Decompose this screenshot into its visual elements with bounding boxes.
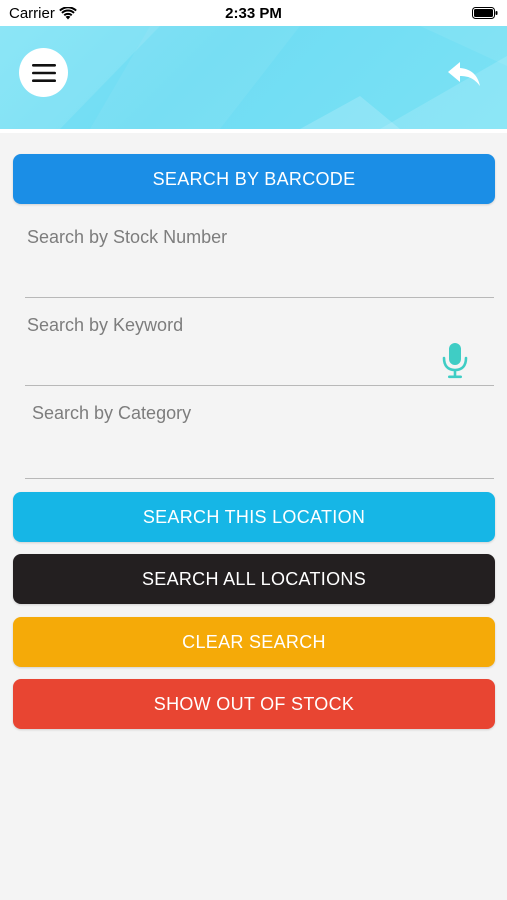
- app-header: [0, 26, 507, 129]
- menu-button[interactable]: [19, 48, 68, 97]
- header-background-shapes: [0, 26, 507, 129]
- microphone-icon[interactable]: [442, 342, 468, 380]
- keyword-input[interactable]: [27, 312, 427, 338]
- battery-icon: [472, 7, 498, 19]
- header-divider: [0, 129, 507, 133]
- search-all-locations-button[interactable]: SEARCH ALL LOCATIONS: [13, 554, 495, 604]
- stock-number-field[interactable]: [25, 224, 494, 298]
- keyword-field[interactable]: [25, 312, 494, 386]
- status-time: 2:33 PM: [225, 5, 282, 22]
- clear-search-button[interactable]: CLEAR SEARCH: [13, 617, 495, 667]
- status-bar: Carrier 2:33 PM: [0, 0, 507, 26]
- category-field[interactable]: [25, 400, 494, 479]
- show-out-of-stock-button[interactable]: SHOW OUT OF STOCK: [13, 679, 495, 729]
- hamburger-menu-icon: [31, 63, 56, 82]
- search-by-barcode-button[interactable]: SEARCH BY BARCODE: [13, 154, 495, 204]
- stock-number-input[interactable]: [27, 224, 427, 250]
- category-input[interactable]: [32, 400, 432, 426]
- search-this-location-button[interactable]: SEARCH THIS LOCATION: [13, 492, 495, 542]
- reply-arrow-icon[interactable]: [446, 60, 482, 88]
